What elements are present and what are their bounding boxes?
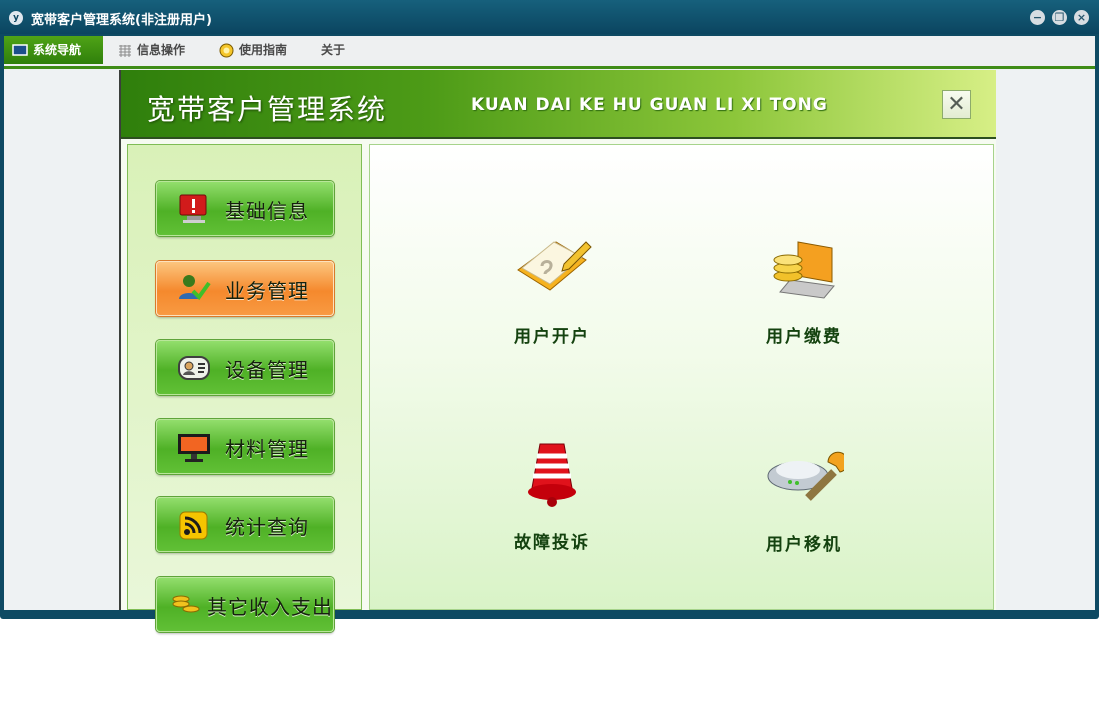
menu-bar: 系统导航 信息操作 使用指南 关于 (4, 36, 1095, 66)
title-bar: y 宽带客户管理系统(非注册用户) − ❐ × (0, 0, 1099, 34)
menu-user-guide[interactable]: 使用指南 (211, 36, 309, 64)
navigation-panel: 宽带客户管理系统 KUAN DAI KE HU GUAN LI XI TONG … (119, 70, 996, 632)
router-wrench-icon (767, 451, 844, 501)
menu-label: 系统导航 (33, 43, 82, 57)
help-icon (219, 43, 234, 58)
nav-label: 业务管理 (225, 279, 309, 303)
monitor-icon (178, 434, 210, 462)
minimize-icon[interactable]: − (1030, 10, 1045, 25)
menu-system-nav[interactable]: 系统导航 (4, 36, 103, 64)
menu-info-ops[interactable]: 信息操作 (110, 36, 205, 64)
menu-about[interactable]: 关于 (313, 36, 363, 64)
app-window: y 宽带客户管理系统(非注册用户) − ❐ × 系统导航 信息操作 使用指南 关… (0, 0, 1099, 632)
rss-icon (179, 511, 208, 540)
grid-icon (119, 44, 131, 57)
nav-label: 基础信息 (225, 199, 309, 223)
nav-sidebar: 基础信息 业务管理 设备管理 材料管理 统计查询 其它收入支出 (127, 144, 362, 632)
menu-label: 使用指南 (239, 43, 288, 57)
monitor-icon (12, 44, 28, 56)
computer-alert-icon (179, 194, 207, 223)
close-icon[interactable]: × (1074, 10, 1089, 25)
nav-statistics-button[interactable]: 统计查询 (156, 497, 334, 552)
nav-label: 其它收入支出 (207, 595, 333, 619)
notebook-pencil-icon (517, 241, 592, 291)
banner: 宽带客户管理系统 KUAN DAI KE HU GUAN LI XI TONG … (121, 70, 996, 139)
user-relocation-button[interactable]: 用户移机 (729, 438, 869, 568)
function-label: 故障投诉 (514, 533, 590, 553)
function-label: 用户移机 (766, 535, 842, 555)
window-title: 宽带客户管理系统(非注册用户) (31, 13, 212, 28)
fault-complaint-button[interactable]: 故障投诉 (477, 436, 617, 566)
open-account-button[interactable]: 用户开户 (477, 230, 617, 360)
bell-icon (528, 443, 576, 507)
nav-equipment-button[interactable]: 设备管理 (156, 340, 334, 395)
banner-subtitle: KUAN DAI KE HU GUAN LI XI TONG (471, 95, 828, 115)
banner-title: 宽带客户管理系统 (147, 93, 388, 126)
coins-laptop-icon (773, 241, 835, 299)
app-logo-icon: y (9, 11, 23, 25)
function-label: 用户开户 (514, 327, 590, 347)
function-label: 用户缴费 (766, 327, 842, 347)
nav-other-income-button[interactable]: 其它收入支出 (156, 577, 334, 632)
nav-label: 设备管理 (225, 358, 309, 382)
contact-card-icon (178, 356, 210, 380)
menu-label: 信息操作 (137, 43, 186, 57)
menu-label: 关于 (321, 43, 346, 57)
nav-label: 统计查询 (225, 515, 309, 539)
user-payment-button[interactable]: 用户缴费 (729, 230, 869, 360)
user-check-icon (179, 275, 211, 301)
nav-basic-info-button[interactable]: 基础信息 (156, 181, 334, 236)
panel-close-button[interactable]: ✕ (942, 90, 971, 119)
restore-icon[interactable]: ❐ (1052, 10, 1067, 25)
coins-icon (172, 595, 200, 613)
nav-materials-button[interactable]: 材料管理 (156, 419, 334, 474)
nav-label: 材料管理 (225, 437, 309, 461)
function-area: 用户开户 用户缴费 故障投诉 用户移机 (369, 144, 994, 610)
nav-business-button[interactable]: 业务管理 (156, 261, 334, 316)
